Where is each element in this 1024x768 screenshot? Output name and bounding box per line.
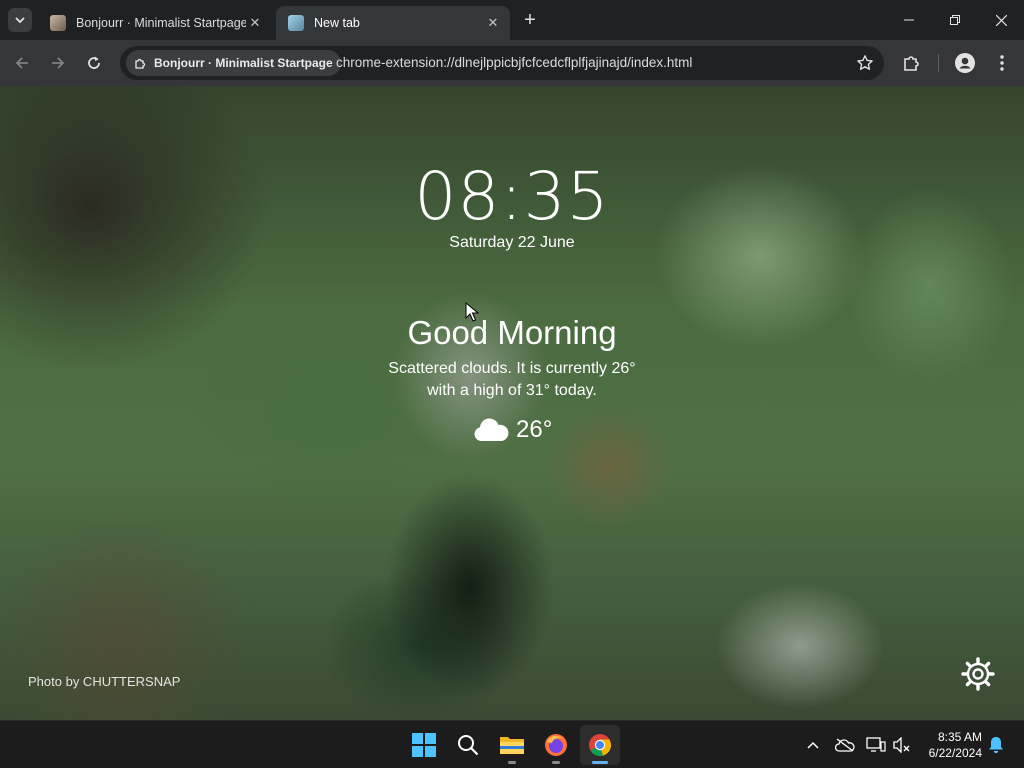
current-weather: 26°: [472, 416, 552, 444]
temperature: 26°: [516, 416, 553, 443]
weather-description: Scattered clouds. It is currently 26° wi…: [0, 358, 1024, 402]
tab-bonjourr[interactable]: Bonjourr · Minimalist Startpage ✕: [38, 6, 272, 40]
settings-gear-icon[interactable]: [960, 656, 996, 692]
show-hidden-icons-button[interactable]: [803, 735, 823, 755]
startpage-background: 08:35 Saturday 22 June Good Morning Scat…: [0, 86, 1024, 720]
tab-new-tab[interactable]: New tab ✕: [276, 6, 510, 40]
volume-button[interactable]: [892, 735, 912, 755]
chevron-up-icon: [807, 741, 819, 749]
reload-button[interactable]: [82, 51, 106, 75]
reload-icon: [88, 56, 100, 69]
forward-arrow-icon: [52, 57, 65, 69]
minimize-icon: [904, 19, 914, 21]
search-button[interactable]: [448, 725, 488, 765]
forward-button[interactable]: [46, 51, 70, 75]
extensions-button[interactable]: [900, 51, 924, 75]
windows-logo-icon: [412, 733, 436, 757]
windows-taskbar: 8:35 AM 6/22/2024: [0, 720, 1024, 768]
active-indicator: [592, 761, 608, 764]
file-explorer-button[interactable]: [492, 725, 532, 765]
mouse-cursor-icon: [465, 302, 479, 322]
site-info-chip[interactable]: Bonjourr · Minimalist Startpage: [126, 50, 341, 76]
system-time: 8:35 AM: [937, 730, 982, 744]
notifications-button[interactable]: [986, 735, 1006, 755]
profile-button[interactable]: [953, 51, 977, 75]
new-tab-button[interactable]: +: [518, 8, 542, 32]
url-text[interactable]: chrome-extension://dlnejlppicbjfcfcedcfl…: [336, 55, 692, 70]
weather-line-1: Scattered clouds. It is currently 26°: [388, 360, 636, 377]
bookmark-star-button[interactable]: [856, 54, 874, 77]
tab-search-button[interactable]: [8, 8, 32, 32]
tab-strip: Bonjourr · Minimalist Startpage ✕ New ta…: [0, 0, 1024, 40]
weather-line-2: with a high of 31° today.: [427, 382, 597, 399]
start-button[interactable]: [404, 725, 444, 765]
bell-icon: [989, 737, 1003, 754]
restore-button[interactable]: [932, 0, 978, 40]
site-chip-label: Bonjourr · Minimalist Startpage: [154, 56, 333, 70]
puzzle-icon: [904, 56, 919, 71]
system-date: 6/22/2024: [928, 746, 982, 760]
more-vertical-icon: [1000, 55, 1004, 71]
toolbar-divider: [938, 54, 939, 72]
browser-menu-button[interactable]: [990, 51, 1014, 75]
close-icon: [995, 14, 1007, 26]
folder-icon: [500, 737, 524, 754]
network-icon: [866, 737, 886, 752]
photo-credit[interactable]: Photo by CHUTTERSNAP: [28, 674, 180, 689]
cloud-icon: [474, 418, 509, 441]
bonjourr-favicon-icon: [50, 15, 66, 31]
running-indicator: [508, 761, 516, 764]
chrome-icon: [589, 734, 611, 757]
clock: 08:35: [414, 158, 610, 235]
extension-icon: [135, 58, 146, 69]
date-label: Saturday 22 June: [449, 234, 575, 251]
running-indicator: [552, 761, 560, 764]
back-arrow-icon: [15, 57, 28, 69]
chrome-button[interactable]: [580, 725, 620, 765]
firefox-button[interactable]: [536, 725, 576, 765]
cloud-offline-icon: [835, 738, 855, 752]
close-tab-icon[interactable]: ✕: [246, 14, 264, 32]
address-bar[interactable]: Bonjourr · Minimalist Startpage chrome-e…: [120, 46, 884, 80]
onedrive-button[interactable]: [835, 735, 855, 755]
chevron-down-icon: [15, 17, 25, 24]
firefox-icon: [545, 734, 567, 756]
tab-title: New tab: [314, 16, 360, 30]
tab-title: Bonjourr · Minimalist Startpage: [76, 16, 246, 30]
system-clock[interactable]: 8:35 AM 6/22/2024: [920, 729, 982, 761]
close-window-button[interactable]: [978, 0, 1024, 40]
greeting: Good Morning: [407, 314, 617, 351]
search-icon: [458, 735, 479, 756]
volume-muted-icon: [893, 737, 910, 753]
restore-icon: [950, 15, 960, 25]
back-button[interactable]: [10, 51, 34, 75]
bonjourr-favicon-icon: [288, 15, 304, 31]
star-icon: [857, 55, 873, 70]
close-tab-icon[interactable]: ✕: [484, 14, 502, 32]
browser-toolbar: Bonjourr · Minimalist Startpage chrome-e…: [0, 40, 1024, 86]
profile-icon: [955, 53, 975, 73]
network-button[interactable]: [866, 735, 886, 755]
minimize-button[interactable]: [886, 0, 932, 40]
